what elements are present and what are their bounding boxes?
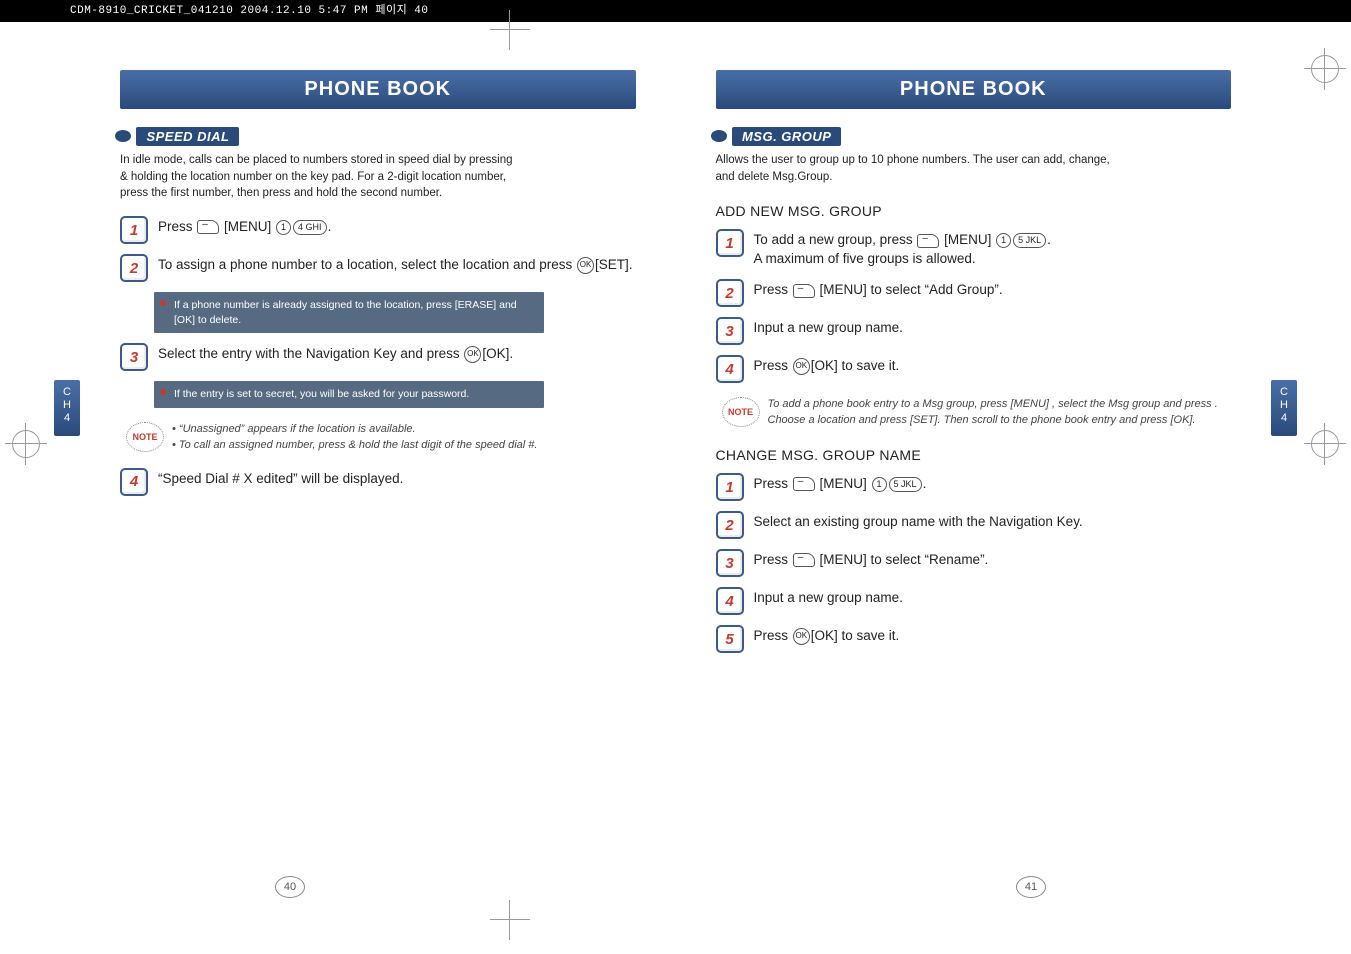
soft-key-icon bbox=[793, 284, 815, 298]
subsection-title: ADD NEW MSG. GROUP bbox=[716, 203, 1232, 219]
step-text: Press OK[OK] to save it. bbox=[754, 625, 900, 646]
key-5-icon: 5 JKL bbox=[1013, 233, 1046, 248]
ok-key-icon: OK bbox=[577, 257, 594, 274]
step-text: To assign a phone number to a location, … bbox=[158, 254, 633, 275]
step-text: Press [MENU] 15 JKL. bbox=[754, 473, 927, 494]
key-1-icon: 1 bbox=[996, 233, 1011, 248]
tab-bullet-icon bbox=[114, 129, 132, 145]
step-text: Input a new group name. bbox=[754, 587, 903, 608]
section-intro: In idle mode, calls can be placed to num… bbox=[120, 152, 520, 202]
registration-mark-icon bbox=[12, 430, 40, 458]
step-number: 3 bbox=[716, 549, 744, 577]
note-box: NOTE “Unassigned” appears if the locatio… bbox=[126, 422, 636, 454]
page-title: PHONE BOOK bbox=[120, 70, 636, 109]
step-number: 1 bbox=[716, 229, 744, 257]
soft-key-icon bbox=[197, 220, 219, 234]
registration-mark-icon bbox=[1311, 430, 1339, 458]
chapter-badge: CH4 bbox=[1271, 380, 1297, 436]
step-number: 3 bbox=[120, 343, 148, 371]
section-tab-row: SPEED DIAL bbox=[114, 127, 636, 146]
step-1: 1 Press [MENU] 14 GHI. bbox=[120, 216, 636, 244]
step-number: 4 bbox=[120, 468, 148, 496]
step-2: 2 Select an existing group name with the… bbox=[716, 511, 1232, 539]
step-5: 5 Press OK[OK] to save it. bbox=[716, 625, 1232, 653]
soft-key-icon bbox=[793, 553, 815, 567]
step-3: 3 Press [MENU] to select “Rename”. bbox=[716, 549, 1232, 577]
page-right: CH4 PHONE BOOK MSG. GROUP Allows the use… bbox=[676, 40, 1292, 894]
step-number: 1 bbox=[120, 216, 148, 244]
step-number: 2 bbox=[716, 279, 744, 307]
step-text: Press [MENU] to select “Add Group”. bbox=[754, 279, 1003, 300]
step-text: Press OK[OK] to save it. bbox=[754, 355, 900, 376]
note-badge-icon: NOTE bbox=[722, 397, 760, 427]
step-text: Input a new group name. bbox=[754, 317, 903, 338]
registration-mark-icon bbox=[1311, 55, 1339, 83]
soft-key-icon bbox=[917, 234, 939, 248]
step-4: 4 Input a new group name. bbox=[716, 587, 1232, 615]
step-3: 3 Select the entry with the Navigation K… bbox=[120, 343, 636, 371]
step-1: 1 To add a new group, press [MENU] 15 JK… bbox=[716, 229, 1232, 269]
step-1: 1 Press [MENU] 15 JKL. bbox=[716, 473, 1232, 501]
note-text: To add a phone book entry to a Msg group… bbox=[768, 397, 1232, 429]
step-text: To add a new group, press [MENU] 15 JKL.… bbox=[754, 229, 1051, 269]
step-number: 1 bbox=[716, 473, 744, 501]
step-number: 2 bbox=[716, 511, 744, 539]
note-text: “Unassigned” appears if the location is … bbox=[172, 422, 537, 454]
step-note: If a phone number is already assigned to… bbox=[154, 292, 544, 333]
key-4-icon: 4 GHI bbox=[293, 220, 327, 235]
step-number: 4 bbox=[716, 587, 744, 615]
soft-key-icon bbox=[793, 477, 815, 491]
step-note-text: If a phone number is already assigned to… bbox=[164, 298, 534, 327]
step-number: 3 bbox=[716, 317, 744, 345]
note-badge-icon: NOTE bbox=[126, 422, 164, 452]
document-sheet: CDM-8910_CRICKET_041210 2004.12.10 5:47 … bbox=[0, 0, 1351, 954]
page-number: 41 bbox=[1016, 876, 1046, 898]
chapter-badge: CH4 bbox=[54, 380, 80, 436]
step-text: “Speed Dial # X edited” will be displaye… bbox=[158, 468, 403, 489]
doc-filename-bar: CDM-8910_CRICKET_041210 2004.12.10 5:47 … bbox=[0, 0, 1351, 22]
step-4: 4 Press OK[OK] to save it. bbox=[716, 355, 1232, 383]
step-3: 3 Input a new group name. bbox=[716, 317, 1232, 345]
step-4: 4 “Speed Dial # X edited” will be displa… bbox=[120, 468, 636, 496]
step-text: Press [MENU] to select “Rename”. bbox=[754, 549, 989, 570]
step-2: 2 Press [MENU] to select “Add Group”. bbox=[716, 279, 1232, 307]
key-5-icon: 5 JKL bbox=[889, 477, 922, 492]
note-box: NOTE To add a phone book entry to a Msg … bbox=[722, 397, 1232, 429]
step-text: Press [MENU] 14 GHI. bbox=[158, 216, 331, 237]
step-text: Select an existing group name with the N… bbox=[754, 511, 1083, 532]
key-1-icon: 1 bbox=[872, 477, 887, 492]
step-number: 5 bbox=[716, 625, 744, 653]
step-note: If the entry is set to secret, you will … bbox=[154, 381, 544, 408]
ok-key-icon: OK bbox=[793, 628, 810, 645]
key-1-icon: 1 bbox=[276, 220, 291, 235]
page-title: PHONE BOOK bbox=[716, 70, 1232, 109]
step-note-text: If the entry is set to secret, you will … bbox=[164, 387, 534, 402]
step-text: Select the entry with the Navigation Key… bbox=[158, 343, 513, 364]
step-number: 2 bbox=[120, 254, 148, 282]
bullet-icon bbox=[160, 300, 166, 306]
section-intro: Allows the user to group up to 10 phone … bbox=[716, 152, 1116, 185]
step-number: 4 bbox=[716, 355, 744, 383]
subsection-title: CHANGE MSG. GROUP NAME bbox=[716, 447, 1232, 463]
section-title: MSG. GROUP bbox=[732, 127, 842, 146]
tab-bullet-icon bbox=[710, 129, 728, 145]
crop-mark-icon bbox=[490, 900, 530, 940]
page-left: CH4 PHONE BOOK SPEED DIAL In idle mode, … bbox=[60, 40, 676, 894]
ok-key-icon: OK bbox=[793, 358, 810, 375]
step-2: 2 To assign a phone number to a location… bbox=[120, 254, 636, 282]
section-title: SPEED DIAL bbox=[136, 127, 239, 146]
ok-key-icon: OK bbox=[464, 346, 481, 363]
page-spread: CH4 PHONE BOOK SPEED DIAL In idle mode, … bbox=[60, 40, 1291, 894]
section-tab-row: MSG. GROUP bbox=[710, 127, 1232, 146]
page-number: 40 bbox=[275, 876, 305, 898]
